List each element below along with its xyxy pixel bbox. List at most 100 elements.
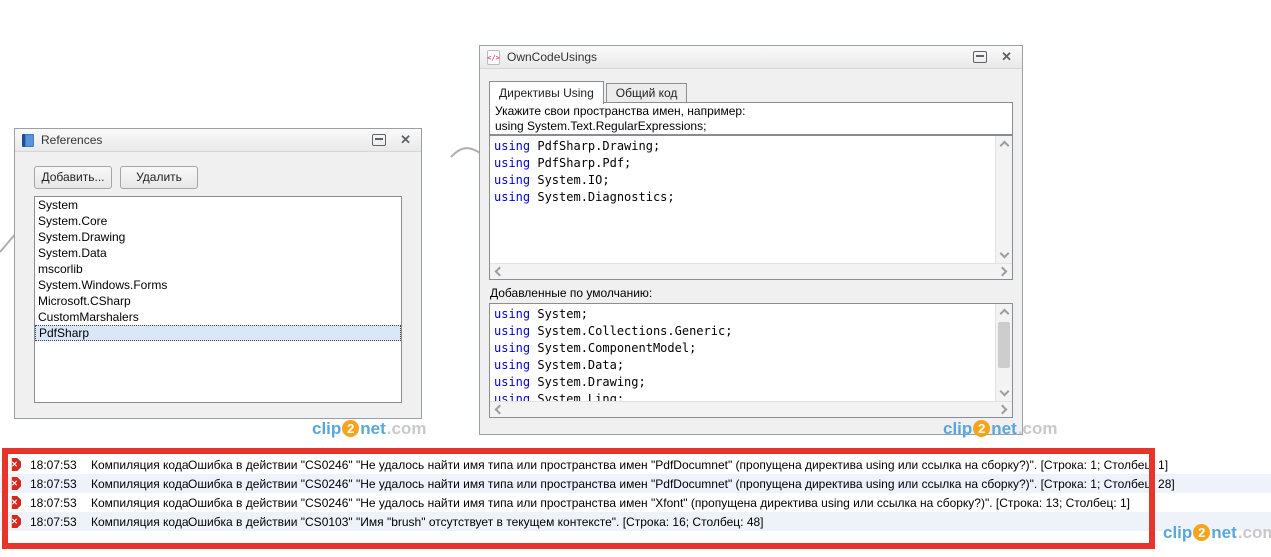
owncodeusings-window: </> OwnCodeUsings ✕ Директивы Using Общи… bbox=[479, 45, 1023, 435]
close-icon[interactable]: ✕ bbox=[1001, 51, 1012, 63]
code-line: using PdfSharp.Pdf; bbox=[494, 155, 995, 172]
remove-reference-button[interactable]: Удалить bbox=[120, 166, 198, 189]
default-usings-editor[interactable]: using System;using System.Collections.Ge… bbox=[489, 303, 1013, 418]
error-source: Компиляция кода bbox=[91, 477, 184, 491]
error-source: Компиляция кода bbox=[91, 458, 184, 472]
reference-list-item[interactable]: System bbox=[35, 197, 401, 213]
watermark-text: net bbox=[1211, 523, 1237, 542]
reference-list-item[interactable]: PdfSharp bbox=[35, 325, 401, 341]
error-message: Ошибка в действии "CS0246" "Не удалось н… bbox=[188, 458, 1168, 472]
watermark-badge: 2 bbox=[973, 420, 990, 437]
error-log-row[interactable]: 18:07:53 Компиляция кода Ошибка в действ… bbox=[0, 493, 1271, 512]
clip2net-watermark: clip2net.com bbox=[943, 419, 1057, 439]
references-window-title: References bbox=[41, 133, 372, 147]
error-log[interactable]: 18:07:53 Компиляция кода Ошибка в действ… bbox=[0, 455, 1271, 531]
reference-list-item[interactable]: System.Data bbox=[35, 245, 401, 261]
reference-list-item[interactable]: mscorlib bbox=[35, 261, 401, 277]
book-icon bbox=[21, 133, 35, 148]
error-message: Ошибка в действии "CS0246" "Не удалось н… bbox=[188, 477, 1175, 491]
scroll-left-icon[interactable] bbox=[495, 267, 505, 277]
custom-usings-editor[interactable]: using PdfSharp.Drawing;using PdfSharp.Pd… bbox=[489, 135, 1013, 280]
error-icon bbox=[8, 515, 21, 528]
namespace-text: System.Drawing; bbox=[530, 375, 646, 389]
add-reference-button[interactable]: Добавить... bbox=[34, 166, 112, 189]
restore-icon[interactable] bbox=[973, 51, 987, 63]
code-line: using System.Data; bbox=[494, 357, 995, 374]
code-line: using PdfSharp.Drawing; bbox=[494, 138, 995, 155]
watermark-text: net bbox=[991, 419, 1017, 438]
vertical-scrollbar[interactable] bbox=[995, 304, 1012, 401]
owncodeusings-titlebar[interactable]: </> OwnCodeUsings ✕ bbox=[480, 46, 1022, 69]
scroll-up-icon[interactable] bbox=[1000, 141, 1010, 151]
namespace-text: PdfSharp.Pdf; bbox=[530, 156, 631, 170]
horizontal-scrollbar[interactable] bbox=[490, 401, 1012, 417]
namespace-text: PdfSharp.Drawing; bbox=[530, 139, 660, 153]
namespace-text: System.Data; bbox=[530, 358, 624, 372]
error-log-row[interactable]: 18:07:53 Компиляция кода Ошибка в действ… bbox=[0, 474, 1271, 493]
error-time: 18:07:53 bbox=[30, 458, 82, 472]
watermark-text: clip bbox=[1163, 523, 1192, 542]
namespace-text: System.Collections.Generic; bbox=[530, 324, 732, 338]
clip2net-watermark: clip2net.com bbox=[312, 419, 426, 439]
watermark-text: net bbox=[360, 419, 386, 438]
error-time: 18:07:53 bbox=[30, 515, 82, 529]
reference-list-item[interactable]: System.Windows.Forms bbox=[35, 277, 401, 293]
tab-usings-directives[interactable]: Директивы Using bbox=[489, 81, 604, 104]
references-list[interactable]: SystemSystem.CoreSystem.DrawingSystem.Da… bbox=[34, 196, 402, 403]
hint-line-2: using System.Text.RegularExpressions; bbox=[495, 119, 1007, 134]
default-usings-code[interactable]: using System;using System.Collections.Ge… bbox=[490, 304, 995, 401]
reference-list-item[interactable]: System.Drawing bbox=[35, 229, 401, 245]
hint-line-1: Укажите свои пространства имен, например… bbox=[495, 104, 1007, 119]
using-keyword: using bbox=[494, 190, 530, 204]
using-keyword: using bbox=[494, 341, 530, 355]
error-icon bbox=[8, 458, 21, 471]
close-icon[interactable]: ✕ bbox=[400, 134, 411, 146]
scroll-left-icon[interactable] bbox=[495, 405, 505, 415]
scroll-up-icon[interactable] bbox=[1000, 309, 1010, 319]
error-time: 18:07:53 bbox=[30, 496, 82, 510]
namespace-text: System.Diagnostics; bbox=[530, 190, 675, 204]
svg-text:</>: </> bbox=[487, 54, 500, 62]
code-line: using System.ComponentModel; bbox=[494, 340, 995, 357]
error-icon bbox=[8, 477, 21, 490]
using-keyword: using bbox=[494, 156, 530, 170]
reference-list-item[interactable]: System.Core bbox=[35, 213, 401, 229]
error-log-row[interactable]: 18:07:53 Компиляция кода Ошибка в действ… bbox=[0, 455, 1271, 474]
error-icon bbox=[8, 496, 21, 509]
scroll-right-icon[interactable] bbox=[998, 405, 1008, 415]
error-message: Ошибка в действии "CS0246" "Не удалось н… bbox=[188, 496, 1130, 510]
screenshot-stage: References ✕ Добавить... Удалить SystemS… bbox=[0, 0, 1271, 557]
using-keyword: using bbox=[494, 139, 530, 153]
tab-common-code[interactable]: Общий код bbox=[606, 83, 688, 103]
usings-tabstrip: Директивы Using Общий код bbox=[489, 80, 687, 103]
using-keyword: using bbox=[494, 375, 530, 389]
code-line: using System.Diagnostics; bbox=[494, 189, 995, 206]
defaults-label: Добавленные по умолчанию: bbox=[490, 286, 652, 300]
watermark-text: clip bbox=[943, 419, 972, 438]
namespace-text: System.Linq; bbox=[530, 392, 624, 401]
code-line: using System.Collections.Generic; bbox=[494, 323, 995, 340]
error-log-row[interactable]: 18:07:53 Компиляция кода Ошибка в действ… bbox=[0, 512, 1271, 531]
references-window: References ✕ Добавить... Удалить SystemS… bbox=[14, 128, 422, 419]
clip2net-watermark: clip2net.com bbox=[1163, 523, 1271, 543]
scrollbar-thumb[interactable] bbox=[998, 322, 1010, 368]
using-keyword: using bbox=[494, 324, 530, 338]
custom-usings-code[interactable]: using PdfSharp.Drawing;using PdfSharp.Pd… bbox=[490, 136, 995, 263]
watermark-badge: 2 bbox=[1193, 524, 1210, 541]
scroll-right-icon[interactable] bbox=[998, 267, 1008, 277]
code-line: using System.Linq; bbox=[494, 391, 995, 401]
watermark-text: clip bbox=[312, 419, 341, 438]
error-source: Компиляция кода bbox=[91, 496, 184, 510]
scroll-down-icon[interactable] bbox=[1000, 387, 1010, 397]
code-line: using System.IO; bbox=[494, 172, 995, 189]
reference-list-item[interactable]: CustomMarshalers bbox=[35, 309, 401, 325]
vertical-scrollbar[interactable] bbox=[995, 136, 1012, 263]
restore-icon[interactable] bbox=[372, 134, 386, 146]
using-keyword: using bbox=[494, 307, 530, 321]
namespace-text: System.ComponentModel; bbox=[530, 341, 696, 355]
scroll-down-icon[interactable] bbox=[1000, 249, 1010, 259]
horizontal-scrollbar[interactable] bbox=[490, 263, 1012, 279]
references-titlebar[interactable]: References ✕ bbox=[15, 129, 421, 152]
code-file-icon: </> bbox=[486, 50, 501, 65]
reference-list-item[interactable]: Microsoft.CSharp bbox=[35, 293, 401, 309]
